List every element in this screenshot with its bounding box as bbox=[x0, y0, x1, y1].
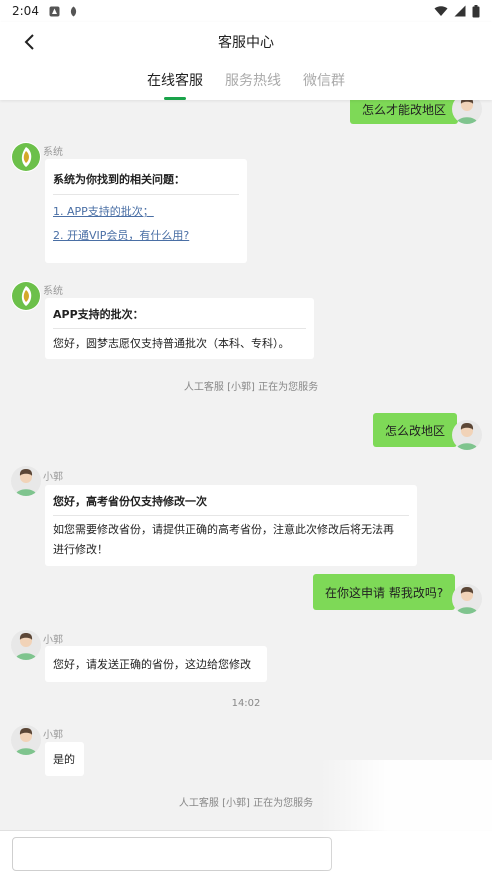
agent-message-card: 您好，高考省份仅支持修改一次 如您需要修改省份，请提供正确的高考省份，注意此次修… bbox=[45, 485, 417, 566]
tab-bar: 在线客服 服务热线 微信群 bbox=[0, 70, 492, 100]
message-text: 在你这申请 帮我改吗? bbox=[325, 585, 444, 600]
system-message-card: APP支持的批次： 您好，圆梦志愿仅支持普通批次（本科、专科）。 bbox=[45, 298, 314, 359]
user-message: 怎么改地区 bbox=[373, 413, 458, 447]
tab-wechat-group[interactable]: 微信群 bbox=[303, 70, 345, 100]
agent-avatar bbox=[11, 466, 41, 496]
sender-name: 小郭 bbox=[43, 730, 63, 741]
sender-name: 系统 bbox=[43, 147, 63, 158]
system-message-card: 系统为你找到的相关问题： 1. APP支持的批次； 2. 开通VIP会员，有什么… bbox=[45, 159, 247, 263]
user-avatar-icon bbox=[456, 587, 478, 614]
agent-avatar-icon bbox=[15, 469, 37, 496]
divider bbox=[53, 328, 306, 329]
user-avatar bbox=[452, 584, 482, 614]
message-text: 您好，请发送正确的省份，这边给您修改 bbox=[53, 658, 251, 671]
battery-icon bbox=[472, 4, 480, 17]
sender-name: 系统 bbox=[43, 286, 63, 297]
faq-link-vip[interactable]: 2. 开通VIP会员，有什么用? bbox=[53, 227, 239, 243]
divider bbox=[53, 194, 239, 195]
signal-icon bbox=[454, 5, 466, 17]
edge-fade bbox=[320, 760, 492, 876]
message-text: 怎么改地区 bbox=[385, 423, 446, 438]
system-avatar bbox=[11, 281, 41, 311]
user-message: 怎么才能改地区 bbox=[350, 100, 459, 124]
wifi-icon bbox=[434, 6, 448, 16]
status-bar: 2:04 bbox=[0, 0, 492, 22]
tab-online-service[interactable]: 在线客服 bbox=[147, 70, 203, 100]
agent-message: 是的 bbox=[45, 742, 84, 776]
user-message: 在你这申请 帮我改吗? bbox=[313, 574, 456, 610]
message-text: 是的 bbox=[53, 753, 75, 766]
divider bbox=[53, 515, 409, 516]
agent-avatar-icon bbox=[15, 728, 37, 755]
card-body: 您好，圆梦志愿仅支持普通批次（本科、专科）。 bbox=[53, 337, 290, 350]
agent-avatar bbox=[11, 725, 41, 755]
card-body-line: 进行修改！ bbox=[53, 543, 108, 556]
system-logo-icon bbox=[12, 143, 40, 171]
faq-link-app-batch[interactable]: 1. APP支持的批次； bbox=[53, 203, 239, 219]
sender-name: 小郭 bbox=[43, 472, 63, 483]
message-input[interactable] bbox=[12, 837, 332, 871]
agent-message: 您好，请发送正确的省份，这边给您修改 bbox=[45, 646, 267, 682]
service-notice: 人工客服 [小郭] 正在为您服务 bbox=[183, 382, 319, 393]
app-logo-notification-icon bbox=[70, 6, 77, 16]
page-title: 客服中心 bbox=[218, 35, 274, 51]
user-avatar-icon bbox=[456, 423, 478, 450]
app-notification-icon bbox=[49, 6, 60, 16]
message-timestamp: 14:02 bbox=[231, 698, 261, 709]
message-text: 怎么才能改地区 bbox=[362, 102, 447, 117]
system-avatar bbox=[11, 142, 41, 172]
tab-service-hotline[interactable]: 服务热线 bbox=[225, 70, 281, 100]
app-header: 客服中心 在线客服 服务热线 微信群 bbox=[0, 22, 492, 100]
chat-area[interactable]: 怎么才能改地区 系统 系统为你找到的相关问题： 1. APP支持的批次； 2. … bbox=[0, 100, 492, 830]
user-avatar bbox=[452, 420, 482, 450]
card-heading: APP支持的批次： bbox=[53, 308, 144, 321]
sender-name: 小郭 bbox=[43, 635, 63, 646]
system-logo-icon bbox=[12, 282, 40, 310]
user-avatar-icon bbox=[456, 100, 478, 124]
agent-avatar-icon bbox=[15, 633, 37, 660]
card-heading: 系统为你找到的相关问题： bbox=[53, 173, 185, 186]
card-heading: 您好，高考省份仅支持修改一次 bbox=[53, 495, 207, 508]
agent-avatar bbox=[11, 630, 41, 660]
card-body-line: 如您需要修改省份，请提供正确的高考省份，注意此次修改后将无法再 bbox=[53, 523, 394, 536]
status-time: 2:04 bbox=[12, 4, 39, 18]
user-avatar bbox=[452, 100, 482, 124]
